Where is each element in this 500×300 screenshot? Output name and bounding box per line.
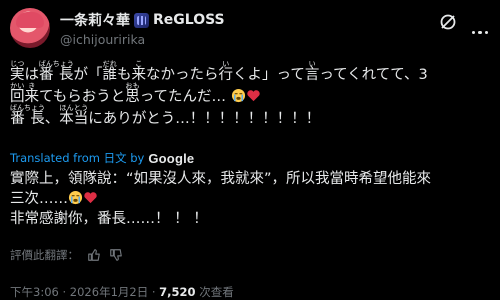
furigana-word: 実じつ xyxy=(10,60,25,83)
red-heart-icon xyxy=(84,192,97,204)
post-metadata: 下午3:06 · 2026年1月2日 · 7,520 次查看 xyxy=(10,284,234,300)
thumbs-up-icon[interactable] xyxy=(87,248,101,262)
author-handle[interactable]: @ichijouririka xyxy=(60,32,145,47)
translated-line-1: 實際上，領隊說：“如果沒人來，我就來”，所以我當時希望他能來 xyxy=(10,171,432,187)
more-options-icon[interactable] xyxy=(470,19,490,34)
text-span: 、 xyxy=(44,111,60,127)
original-line-2: 回かい来きてもらおうと思おもってたんだ… xyxy=(10,82,490,105)
text-span: ってくれてて、3 xyxy=(319,67,428,83)
furigana-word: 思おも xyxy=(125,82,140,105)
furigana-word: 回かい xyxy=(10,82,25,105)
rate-translation-label: 評價此翻譯： xyxy=(10,248,79,262)
furigana-word: 行い xyxy=(218,60,234,83)
text-span: てもらおうと xyxy=(39,89,126,105)
text-span: は xyxy=(24,67,40,83)
original-line-3: 番 長ばんちょう、本当ほんとうにありがとう…！！！！！！！！！ xyxy=(10,104,490,127)
furigana-word: 誰だれ xyxy=(102,60,118,83)
original-line-1: 実じつは番 長ばんちょうが「誰だれも来こなかったら行いくよ」って言いってくれてて… xyxy=(10,60,490,83)
text-span: が「 xyxy=(73,67,103,83)
furigana-word: 番 長ばんちょう xyxy=(38,60,74,83)
tweet: 一条莉々華 ReGLOSS @ichijouririka 実じつは番 長ばんちょ… xyxy=(0,0,500,299)
grok-icon[interactable] xyxy=(439,13,457,31)
translated-line-2: 三次…… xyxy=(10,189,490,209)
furigana-word: 来こ xyxy=(131,60,147,83)
furigana-word: 来き xyxy=(24,82,40,105)
translated-text: 實際上，領隊說：“如果沒人來，我就來”，所以我當時希望他能來 三次…… 非常感謝… xyxy=(10,169,490,229)
views-label: 次查看 xyxy=(199,285,234,299)
regloss-badge-icon xyxy=(134,12,149,28)
separator: · xyxy=(151,285,156,299)
text-span: 三次…… xyxy=(10,191,68,207)
rate-translation-row: 評價此翻譯： xyxy=(10,247,123,263)
crying-face-icon xyxy=(68,190,83,205)
red-heart-icon xyxy=(246,90,260,102)
thumbs-down-icon[interactable] xyxy=(109,248,123,262)
text-span: も xyxy=(117,67,132,83)
translated-from-label: Translated from 日文 by xyxy=(10,151,145,165)
separator: · xyxy=(62,285,67,299)
furigana-word: 言い xyxy=(304,60,320,83)
display-name[interactable]: 一条莉々華 xyxy=(60,10,130,30)
furigana-word: 番 長ばんちょう xyxy=(10,104,45,127)
text-span: なかったら xyxy=(146,67,219,83)
furigana-word: 本当ほんとう xyxy=(59,104,89,127)
post-original-text: 実じつは番 長ばんちょうが「誰だれも来こなかったら行いくよ」って言いってくれてて… xyxy=(10,60,490,127)
google-logo: Google xyxy=(148,150,195,166)
text-span: くよ」って xyxy=(233,67,305,83)
author-name-row[interactable]: 一条莉々華 ReGLOSS xyxy=(60,10,225,30)
avatar[interactable] xyxy=(10,8,50,48)
group-name[interactable]: ReGLOSS xyxy=(153,12,225,28)
translation-attribution[interactable]: Translated from 日文 by Google xyxy=(10,150,194,166)
text-span: にありがとう…！！！！！！！！！ xyxy=(88,111,321,127)
crying-face-icon xyxy=(231,88,245,103)
view-count: 7,520 xyxy=(159,285,196,299)
post-date[interactable]: 2026年1月2日 xyxy=(70,285,148,299)
post-time[interactable]: 下午3:06 xyxy=(10,285,59,299)
text-span: ってたんだ… xyxy=(139,89,227,105)
translated-line-3: 非常感謝你，番長……！ ！ ！ xyxy=(10,211,208,227)
